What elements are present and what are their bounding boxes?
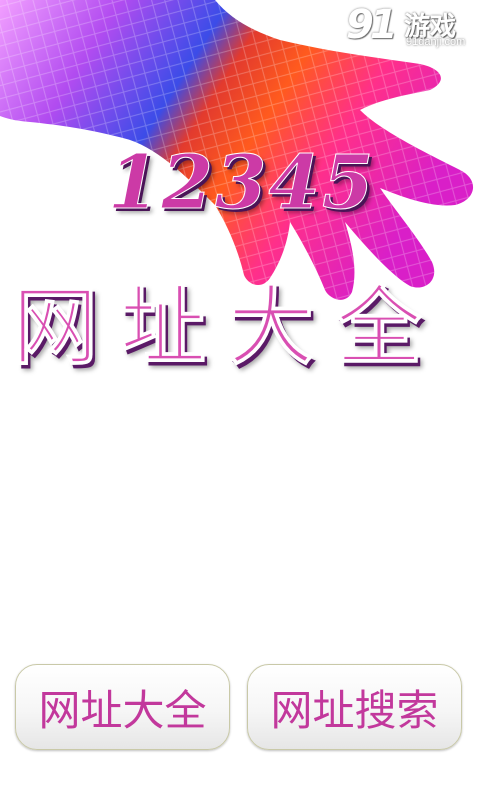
hero-title-number: 12345 <box>107 140 376 227</box>
logo-domain: 91danji.com <box>406 36 466 48</box>
hero-banner: 91 游戏 91danji.com 12345 网址大全 <box>0 0 480 380</box>
url-directory-button[interactable]: 网址大全 <box>15 664 230 750</box>
site-logo: 91 游戏 91danji.com <box>346 2 474 52</box>
logo-number: 91 <box>346 2 398 48</box>
url-search-button[interactable]: 网址搜索 <box>247 664 462 750</box>
hero-title-text: 网址大全 <box>12 277 444 378</box>
